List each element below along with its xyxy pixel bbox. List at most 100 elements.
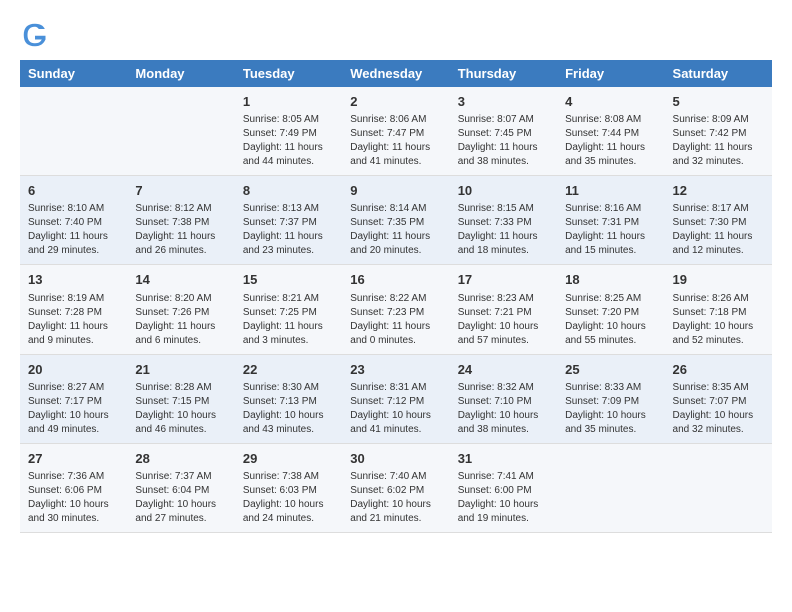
calendar-cell: 20 Sunrise: 8:27 AM Sunset: 7:17 PM Dayli… <box>20 354 127 443</box>
day-info: Sunrise: 8:10 AM Sunset: 7:40 PM Dayligh… <box>28 202 119 258</box>
calendar-cell: 21 Sunrise: 8:28 AM Sunset: 7:15 PM Dayli… <box>127 354 234 443</box>
day-number: 2 <box>350 93 441 111</box>
day-info: Sunrise: 8:23 AM Sunset: 7:21 PM Dayligh… <box>458 292 549 348</box>
day-number: 21 <box>135 361 226 379</box>
day-number: 4 <box>565 93 656 111</box>
day-info: Sunrise: 8:06 AM Sunset: 7:47 PM Dayligh… <box>350 113 441 169</box>
day-number: 15 <box>243 271 334 289</box>
day-info: Sunrise: 8:09 AM Sunset: 7:42 PM Dayligh… <box>673 113 764 169</box>
calendar-cell: 26Sunrise: 8:35 AM Sunset: 7:07 PM Dayli… <box>665 354 772 443</box>
day-number: 20 <box>28 361 119 379</box>
day-info: Sunrise: 8:25 AM Sunset: 7:20 PM Dayligh… <box>565 292 656 348</box>
day-info: Sunrise: 8:35 AM Sunset: 7:07 PM Dayligh… <box>673 381 764 437</box>
calendar-cell <box>557 443 664 532</box>
day-info: Sunrise: 8:33 AM Sunset: 7:09 PM Dayligh… <box>565 381 656 437</box>
calendar-cell: 5 Sunrise: 8:09 AM Sunset: 7:42 PM Daylig… <box>665 87 772 176</box>
day-info: Sunrise: 8:15 AM Sunset: 7:33 PM Dayligh… <box>458 202 549 258</box>
calendar-cell: 12 Sunrise: 8:17 AM Sunset: 7:30 PM Dayli… <box>665 176 772 265</box>
calendar-cell: 23 Sunrise: 8:31 AM Sunset: 7:12 PM Dayli… <box>342 354 449 443</box>
calendar-week-row: 27Sunrise: 7:36 AM Sunset: 6:06 PM Dayli… <box>20 443 772 532</box>
day-number: 23 <box>350 361 441 379</box>
day-number: 1 <box>243 93 334 111</box>
day-number: 30 <box>350 450 441 468</box>
day-info: Sunrise: 7:38 AM Sunset: 6:03 PM Dayligh… <box>243 470 334 526</box>
calendar-cell: 8 Sunrise: 8:13 AM Sunset: 7:37 PM Daylig… <box>235 176 342 265</box>
day-of-week-header: Thursday <box>450 60 557 87</box>
header-row: SundayMondayTuesdayWednesdayThursdayFrid… <box>20 60 772 87</box>
day-info: Sunrise: 8:16 AM Sunset: 7:31 PM Dayligh… <box>565 202 656 258</box>
calendar-cell: 15 Sunrise: 8:21 AM Sunset: 7:25 PM Dayli… <box>235 265 342 354</box>
calendar-cell: 16 Sunrise: 8:22 AM Sunset: 7:23 PM Dayli… <box>342 265 449 354</box>
day-info: Sunrise: 8:22 AM Sunset: 7:23 PM Dayligh… <box>350 292 441 348</box>
calendar-cell: 9 Sunrise: 8:14 AM Sunset: 7:35 PM Daylig… <box>342 176 449 265</box>
day-of-week-header: Tuesday <box>235 60 342 87</box>
calendar-week-row: 20 Sunrise: 8:27 AM Sunset: 7:17 PM Dayli… <box>20 354 772 443</box>
day-info: Sunrise: 8:19 AM Sunset: 7:28 PM Dayligh… <box>28 292 119 348</box>
day-number: 3 <box>458 93 549 111</box>
calendar-cell: 27Sunrise: 7:36 AM Sunset: 6:06 PM Dayli… <box>20 443 127 532</box>
calendar-cell: 14Sunrise: 8:20 AM Sunset: 7:26 PM Dayli… <box>127 265 234 354</box>
logo-icon <box>20 20 50 50</box>
day-number: 10 <box>458 182 549 200</box>
calendar-cell: 30 Sunrise: 7:40 AM Sunset: 6:02 PM Dayli… <box>342 443 449 532</box>
calendar-body: 1 Sunrise: 8:05 AM Sunset: 7:49 PM Daylig… <box>20 87 772 532</box>
day-info: Sunrise: 8:08 AM Sunset: 7:44 PM Dayligh… <box>565 113 656 169</box>
day-number: 16 <box>350 271 441 289</box>
calendar-cell: 22 Sunrise: 8:30 AM Sunset: 7:13 PM Dayli… <box>235 354 342 443</box>
day-info: Sunrise: 8:17 AM Sunset: 7:30 PM Dayligh… <box>673 202 764 258</box>
day-info: Sunrise: 8:32 AM Sunset: 7:10 PM Dayligh… <box>458 381 549 437</box>
day-number: 19 <box>673 271 764 289</box>
day-number: 29 <box>243 450 334 468</box>
day-of-week-header: Wednesday <box>342 60 449 87</box>
day-info: Sunrise: 7:40 AM Sunset: 6:02 PM Dayligh… <box>350 470 441 526</box>
day-of-week-header: Monday <box>127 60 234 87</box>
calendar-cell: 18 Sunrise: 8:25 AM Sunset: 7:20 PM Dayli… <box>557 265 664 354</box>
calendar-cell <box>20 87 127 176</box>
day-info: Sunrise: 8:14 AM Sunset: 7:35 PM Dayligh… <box>350 202 441 258</box>
day-number: 14 <box>135 271 226 289</box>
calendar-cell <box>127 87 234 176</box>
day-number: 5 <box>673 93 764 111</box>
calendar-cell: 13 Sunrise: 8:19 AM Sunset: 7:28 PM Dayli… <box>20 265 127 354</box>
day-number: 6 <box>28 182 119 200</box>
calendar-cell: 10 Sunrise: 8:15 AM Sunset: 7:33 PM Dayli… <box>450 176 557 265</box>
day-number: 9 <box>350 182 441 200</box>
day-of-week-header: Sunday <box>20 60 127 87</box>
calendar-cell: 11 Sunrise: 8:16 AM Sunset: 7:31 PM Dayli… <box>557 176 664 265</box>
day-info: Sunrise: 7:41 AM Sunset: 6:00 PM Dayligh… <box>458 470 549 526</box>
calendar-cell: 19 Sunrise: 8:26 AM Sunset: 7:18 PM Dayli… <box>665 265 772 354</box>
day-number: 25 <box>565 361 656 379</box>
day-number: 8 <box>243 182 334 200</box>
day-number: 28 <box>135 450 226 468</box>
calendar-cell: 3 Sunrise: 8:07 AM Sunset: 7:45 PM Daylig… <box>450 87 557 176</box>
day-info: Sunrise: 8:27 AM Sunset: 7:17 PM Dayligh… <box>28 381 119 437</box>
day-info: Sunrise: 8:07 AM Sunset: 7:45 PM Dayligh… <box>458 113 549 169</box>
day-info: Sunrise: 8:05 AM Sunset: 7:49 PM Dayligh… <box>243 113 334 169</box>
calendar-header: SundayMondayTuesdayWednesdayThursdayFrid… <box>20 60 772 87</box>
logo <box>20 20 54 50</box>
day-number: 18 <box>565 271 656 289</box>
day-info: Sunrise: 8:30 AM Sunset: 7:13 PM Dayligh… <box>243 381 334 437</box>
page-header <box>20 20 772 50</box>
calendar-cell: 6 Sunrise: 8:10 AM Sunset: 7:40 PM Daylig… <box>20 176 127 265</box>
day-number: 13 <box>28 271 119 289</box>
calendar-cell: 1 Sunrise: 8:05 AM Sunset: 7:49 PM Daylig… <box>235 87 342 176</box>
day-number: 31 <box>458 450 549 468</box>
day-number: 22 <box>243 361 334 379</box>
day-info: Sunrise: 7:37 AM Sunset: 6:04 PM Dayligh… <box>135 470 226 526</box>
day-info: Sunrise: 8:13 AM Sunset: 7:37 PM Dayligh… <box>243 202 334 258</box>
day-number: 17 <box>458 271 549 289</box>
day-info: Sunrise: 8:31 AM Sunset: 7:12 PM Dayligh… <box>350 381 441 437</box>
calendar-cell: 24 Sunrise: 8:32 AM Sunset: 7:10 PM Dayli… <box>450 354 557 443</box>
day-number: 11 <box>565 182 656 200</box>
day-of-week-header: Friday <box>557 60 664 87</box>
calendar-table: SundayMondayTuesdayWednesdayThursdayFrid… <box>20 60 772 533</box>
day-info: Sunrise: 8:26 AM Sunset: 7:18 PM Dayligh… <box>673 292 764 348</box>
day-number: 24 <box>458 361 549 379</box>
calendar-week-row: 1 Sunrise: 8:05 AM Sunset: 7:49 PM Daylig… <box>20 87 772 176</box>
day-info: Sunrise: 8:28 AM Sunset: 7:15 PM Dayligh… <box>135 381 226 437</box>
day-info: Sunrise: 8:21 AM Sunset: 7:25 PM Dayligh… <box>243 292 334 348</box>
calendar-cell: 4 Sunrise: 8:08 AM Sunset: 7:44 PM Daylig… <box>557 87 664 176</box>
day-number: 12 <box>673 182 764 200</box>
day-number: 7 <box>135 182 226 200</box>
